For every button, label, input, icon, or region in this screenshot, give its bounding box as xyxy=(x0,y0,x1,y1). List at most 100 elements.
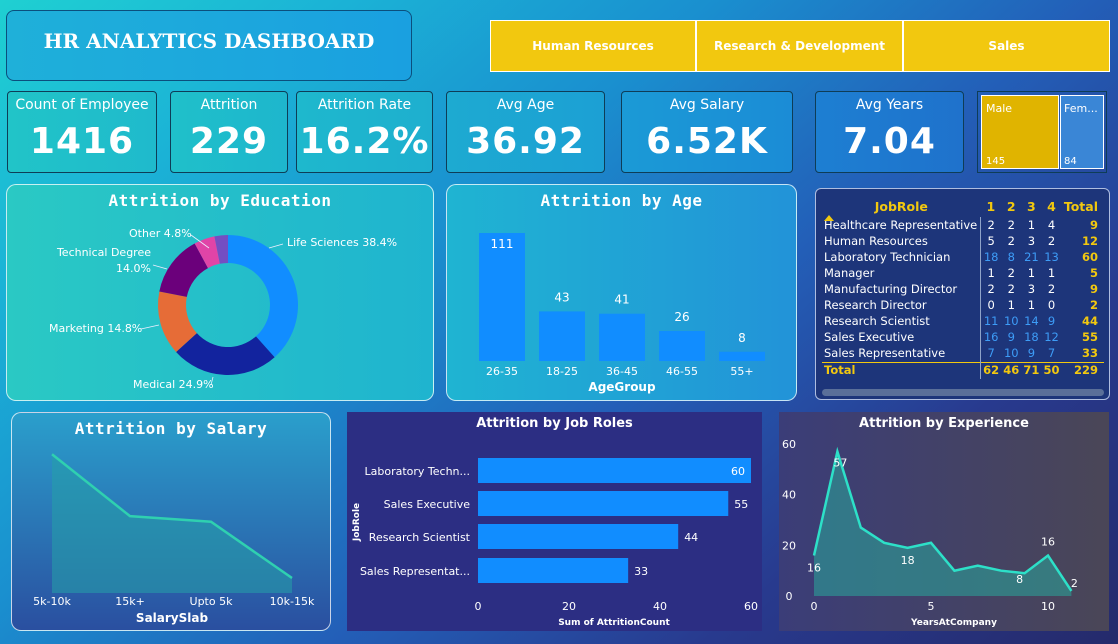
matrix-total-cell: 9 xyxy=(1089,281,1098,296)
age-bar-label: 8 xyxy=(738,331,746,345)
matrix-cell: 21 xyxy=(1024,249,1039,264)
education-panel: Attrition by Education Life Sciences 38.… xyxy=(6,184,434,401)
exp-axis-title: YearsAtCompany xyxy=(910,618,997,628)
kpi-count-of-employee: Count of Employee 1416 xyxy=(7,91,157,173)
matrix-row-label: Research Scientist xyxy=(822,313,982,330)
matrix-cell: 10 xyxy=(1003,346,1019,361)
matrix-row-label: Sales Representative xyxy=(822,345,982,363)
male-tile[interactable]: Male 145 xyxy=(981,95,1059,169)
matrix-cell: 2 xyxy=(1007,265,1015,280)
jobrole-tick-label: Sales Representat... xyxy=(360,565,470,578)
matrix-total-cell: 12 xyxy=(1081,233,1098,248)
matrix-header-cell: 3 xyxy=(1027,198,1036,214)
matrix-cell: 3 xyxy=(1027,233,1036,248)
jobrole-bar xyxy=(478,558,629,583)
matrix-cell: 9 xyxy=(1027,346,1036,361)
matrix-cell: 2 xyxy=(1007,217,1015,232)
salary-tick-label: 15k+ xyxy=(115,595,145,608)
age-tick-label: 26-35 xyxy=(486,365,518,378)
slicer-research-development[interactable]: Research & Development xyxy=(696,20,903,72)
matrix-header-cell: 1 xyxy=(986,198,996,214)
age-bar xyxy=(599,313,645,361)
jobrole-y-axis-title: JobRole xyxy=(352,503,362,542)
jobrole-axis-title: Sum of AttritionCount xyxy=(558,618,670,628)
slicer-human-resources[interactable]: Human Resources xyxy=(490,20,696,72)
horizontal-scrollbar[interactable] xyxy=(822,389,1104,396)
matrix-cell: 1 xyxy=(1027,298,1036,313)
slice-label: Medical 24.9% xyxy=(133,378,214,391)
kpi-value: 6.52K xyxy=(646,121,768,162)
matrix-total-row: Total 62 46 71 50 229 xyxy=(822,361,1104,379)
exp-data-label: 16 xyxy=(1041,535,1055,548)
leader-line xyxy=(140,324,160,330)
matrix-row: Manufacturing Director 2 2 3 2 9 xyxy=(822,281,1104,298)
matrix-row-label: Manufacturing Director xyxy=(822,281,982,298)
donut-slice xyxy=(228,235,298,358)
kpi-value: 16.2% xyxy=(299,121,430,162)
gender-treemap: Male 145 Fem... 84 xyxy=(977,91,1107,173)
sort-arrow-icon[interactable] xyxy=(824,215,834,221)
jobrole-bar-label: 44 xyxy=(684,531,698,544)
matrix-total-cell: 5 xyxy=(1089,265,1098,280)
exp-data-label: 57 xyxy=(833,457,847,470)
kpi-attrition: Attrition 229 xyxy=(170,91,288,173)
matrix-cell: 9 xyxy=(1007,330,1015,345)
exp-y-tick: 0 xyxy=(786,590,793,603)
kpi-label: Attrition Rate xyxy=(317,97,412,113)
male-value: 145 xyxy=(986,156,1006,167)
matrix-cell: 2 xyxy=(987,217,995,232)
female-label: Fem... xyxy=(1064,102,1098,115)
age-bar xyxy=(479,233,525,361)
matrix-total-cell: 55 xyxy=(1081,330,1098,345)
matrix-row-label: Laboratory Technician xyxy=(822,249,982,266)
age-bar-label: 111 xyxy=(491,237,514,251)
matrix-cell: 62 xyxy=(980,361,1002,379)
matrix-cell: 2 xyxy=(1047,233,1056,248)
salary-tick-label: 10k-15k xyxy=(270,595,315,608)
slice-label: Other 4.8% xyxy=(129,227,192,240)
salary-axis-title: SalarySlab xyxy=(136,611,209,625)
jobrole-bar-label: 60 xyxy=(731,465,745,478)
kpi-label: Count of Employee xyxy=(15,97,149,113)
experience-panel: Attrition by Experience 0 20 40 60 16 57 18 8 16… xyxy=(779,412,1109,631)
matrix-cell: 7 xyxy=(1047,346,1056,361)
exp-data-label: 18 xyxy=(901,554,915,567)
matrix-cell: 18 xyxy=(1024,330,1039,345)
kpi-value: 1416 xyxy=(29,121,135,162)
exp-data-label: 2 xyxy=(1071,577,1078,590)
kpi-label: Avg Age xyxy=(496,97,555,113)
matrix-cell: 1 xyxy=(1027,217,1036,232)
jobrole-bar-label: 33 xyxy=(634,565,648,578)
kpi-attrition-rate: Attrition Rate 16.2% xyxy=(296,91,433,173)
experience-area-chart: 020406016571881620 5 10YearsAtCompany xyxy=(782,438,1078,628)
age-tick-label: 55+ xyxy=(730,365,753,378)
leader-line xyxy=(268,243,284,249)
matrix-header-jobrole[interactable]: JobRole xyxy=(822,195,981,217)
slice-label: Life Sciences 38.4% xyxy=(287,236,397,249)
matrix-cell: 3 xyxy=(1027,281,1036,296)
matrix-cell: 8 xyxy=(1007,249,1015,264)
salary-tick-label: 5k-10k xyxy=(33,595,71,608)
age-tick-label: 18-25 xyxy=(546,365,578,378)
salary-panel: Attrition by Salary 5k-10k 15k+ Upto 5k 10k… xyxy=(11,412,331,631)
matrix-cell: 1 xyxy=(1027,265,1036,280)
exp-x-tick: 10 xyxy=(1041,600,1055,613)
jobrole-matrix: JobRole 1 2 3 4 Total Healthcare Represe… xyxy=(815,188,1110,400)
matrix-cell: 0 xyxy=(987,298,995,313)
exp-area xyxy=(814,451,1072,596)
matrix-cell: 4 xyxy=(1047,217,1056,232)
matrix-cell: 2 xyxy=(1047,281,1056,296)
kpi-label: Avg Years xyxy=(855,97,924,113)
matrix-header-total: Total xyxy=(1063,198,1098,214)
title-panel: HR ANALYTICS DASHBOARD xyxy=(6,10,412,81)
kpi-avg-years: Avg Years 7.04 xyxy=(815,91,964,173)
slicer-sales[interactable]: Sales xyxy=(903,20,1110,72)
matrix-cell: 16 xyxy=(983,330,999,345)
matrix-total-cell: 60 xyxy=(1081,249,1098,264)
slicer-label: Research & Development xyxy=(713,39,886,53)
kpi-value: 229 xyxy=(189,121,269,162)
female-tile[interactable]: Fem... 84 xyxy=(1060,95,1104,169)
matrix-total-cell: 229 xyxy=(1061,361,1104,379)
slicer-label: Human Resources xyxy=(532,39,654,53)
kpi-label: Avg Salary xyxy=(669,97,745,113)
